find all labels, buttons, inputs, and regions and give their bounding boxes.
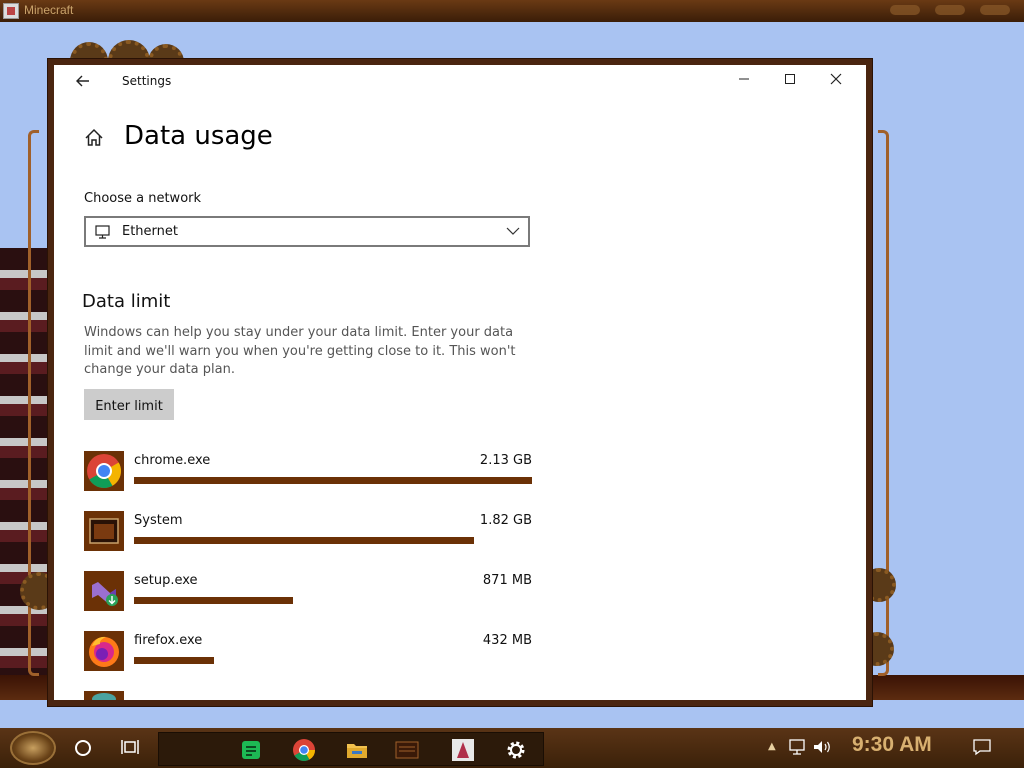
app-icon (84, 691, 124, 700)
app-name: System (134, 513, 183, 528)
minecraft-close-button[interactable] (980, 5, 1010, 15)
start-button[interactable] (10, 731, 56, 765)
notification-center-icon[interactable] (972, 738, 992, 756)
system-icon (84, 511, 124, 551)
close-icon (830, 73, 842, 85)
ethernet-icon (95, 225, 110, 239)
minecraft-title: Minecraft (24, 3, 74, 17)
app-name: firefox.exe (134, 633, 203, 648)
app-size: 432 MB (482, 633, 532, 648)
firefox-icon (84, 631, 124, 671)
data-limit-description: Windows can help you stay under your dat… (84, 325, 516, 377)
minecraft-titlebar: Minecraft (0, 0, 1024, 22)
usage-bar (134, 537, 474, 544)
chrome-taskbar-icon[interactable] (292, 738, 316, 762)
setup-icon (84, 571, 124, 611)
network-label: Choose a network (84, 191, 202, 206)
taskbar-apps (158, 732, 544, 766)
network-dropdown[interactable]: Ethernet (84, 216, 530, 247)
usage-bar (134, 657, 214, 664)
task-view-icon[interactable] (120, 737, 140, 757)
minecraft-icon (3, 3, 19, 19)
chrome-icon (84, 451, 124, 491)
maximize-button[interactable] (768, 69, 812, 93)
settings-titlebar: Settings (54, 65, 866, 97)
app-usage-row[interactable]: setup.exe 871 MB (84, 571, 532, 619)
minecraft-minimize-button[interactable] (890, 5, 920, 15)
maximize-icon (785, 74, 795, 84)
app-size: 871 MB (482, 573, 532, 588)
gear-icon (20, 572, 58, 610)
back-button[interactable] (72, 71, 94, 91)
close-button[interactable] (814, 69, 858, 93)
app-usage-row[interactable]: firefox.exe 432 MB (84, 631, 532, 679)
usage-bar (134, 477, 532, 484)
page-title: Data usage (124, 121, 273, 151)
usage-bar (134, 597, 293, 604)
app-usage-row[interactable]: chrome.exe 2.13 GB (84, 451, 532, 499)
gear-icon (862, 568, 896, 602)
app-name: chrome.exe (134, 453, 211, 468)
notes-app-icon[interactable] (239, 738, 263, 762)
window-title: Settings (122, 74, 172, 88)
cortana-icon[interactable] (75, 740, 91, 756)
minecraft-maximize-button[interactable] (935, 5, 965, 15)
app-name: setup.exe (134, 573, 198, 588)
chevron-up-icon[interactable]: ▲ (768, 741, 776, 752)
home-icon[interactable] (84, 128, 104, 148)
app-usage-row[interactable]: System 1.82 GB (84, 511, 532, 559)
minimize-button[interactable] (722, 69, 766, 93)
minecraft-taskbar-icon[interactable] (395, 738, 419, 762)
clock[interactable]: 9:30 AM (852, 733, 932, 757)
enter-limit-button[interactable]: Enter limit (84, 389, 174, 420)
game-app-icon[interactable] (451, 738, 475, 762)
app-size: 2.13 GB (479, 453, 532, 468)
arrow-left-icon (76, 75, 89, 87)
network-tray-icon[interactable] (788, 738, 808, 756)
file-explorer-icon[interactable] (345, 738, 369, 762)
minimize-icon (739, 78, 749, 80)
volume-icon[interactable] (812, 738, 832, 756)
taskbar: ▲ 9:30 AM (0, 728, 1024, 768)
network-value: Ethernet (122, 224, 178, 239)
settings-gear-icon[interactable] (504, 738, 528, 762)
data-limit-heading: Data limit (82, 291, 171, 312)
chevron-down-icon (506, 227, 520, 235)
app-usage-row[interactable] (84, 691, 532, 700)
settings-window: Settings Data usage Choose a network Eth… (54, 65, 866, 700)
app-size: 1.82 GB (479, 513, 532, 528)
